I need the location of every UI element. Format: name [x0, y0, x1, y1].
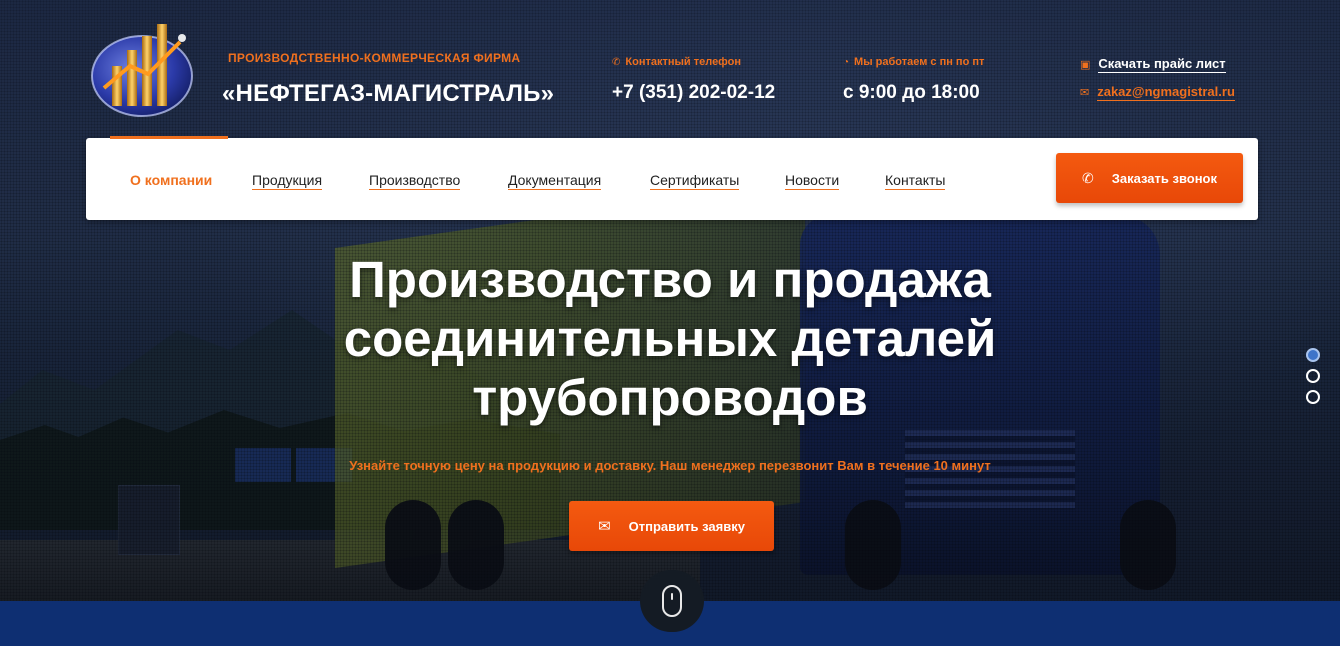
nav-item-news[interactable]: Новости	[785, 172, 840, 190]
phone-label-text: Контактный телефон	[625, 56, 742, 68]
phone-icon: ✆	[1081, 169, 1094, 186]
oil-pipes-chart-logo[interactable]	[90, 18, 196, 120]
hero-headline: Производство и продажа соединительных де…	[343, 251, 997, 426]
phone-number[interactable]: +7 (351) 202-02-12	[612, 82, 775, 104]
nav-item-contacts[interactable]: Контакты	[885, 172, 946, 190]
mail-icon: ✉	[1080, 87, 1090, 99]
nav-item-products[interactable]: Продукция	[252, 172, 323, 190]
mouse-icon	[662, 585, 682, 617]
email-text[interactable]: zakaz@ngmagistral.ru	[1097, 84, 1235, 101]
clock-icon: ◔	[843, 56, 850, 68]
slider-dot-3[interactable]	[1306, 390, 1320, 404]
send-request-label: Отправить заявку	[628, 518, 745, 534]
nav-item-production[interactable]: Производство	[369, 172, 461, 190]
price-list-link[interactable]: ▣ Скачать прайс лист	[1080, 56, 1226, 73]
brand-subtitle: ПРОИЗВОДСТВЕННО-КОММЕРЧЕСКАЯ ФИРМА	[228, 51, 521, 65]
slider-dot-1[interactable]	[1306, 348, 1320, 362]
work-hours: с 9:00 до 18:00	[843, 82, 980, 103]
envelope-icon: ✉	[598, 518, 611, 535]
pdf-icon: ▣	[1080, 59, 1091, 71]
order-call-label: Заказать звонок	[1111, 170, 1218, 186]
email-link[interactable]: ✉ zakaz@ngmagistral.ru	[1080, 84, 1235, 101]
nav-item-documentation[interactable]: Документация	[508, 172, 602, 190]
nav-item-about[interactable]: О компании	[130, 172, 212, 189]
phone-icon: ✆	[612, 56, 621, 68]
scroll-down-button[interactable]	[640, 570, 704, 632]
hours-label-text: Мы работаем с пн по пт	[854, 56, 985, 68]
hours-label: ◔ Мы работаем с пн по пт	[843, 56, 984, 68]
price-list-text[interactable]: Скачать прайс лист	[1098, 56, 1226, 73]
nav-item-certificates[interactable]: Сертификаты	[650, 172, 740, 190]
brand-name: «НЕФТЕГАЗ-МАГИСТРАЛЬ»	[222, 80, 555, 107]
send-request-button[interactable]: ✉ Отправить заявку	[569, 501, 774, 551]
order-call-button[interactable]: ✆ Заказать звонок	[1056, 153, 1243, 203]
nav-active-indicator	[110, 136, 228, 139]
slider-dot-2[interactable]	[1306, 369, 1320, 383]
phone-label: ✆ Контактный телефон	[612, 56, 741, 68]
hero-subline: Узнайте точную цену на продукцию и доста…	[349, 458, 991, 473]
